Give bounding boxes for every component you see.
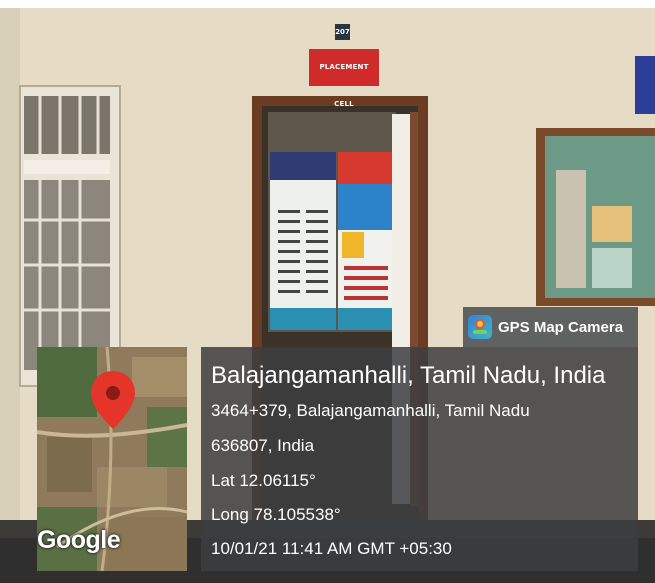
app-badge: GPS Map Camera (463, 307, 638, 347)
location-info-panel: Balajangamanhalli, Tamil Nadu, India 346… (201, 347, 638, 571)
latitude: Lat 12.06115° (211, 471, 316, 490)
longitude: Long 78.105538° (211, 505, 341, 524)
gps-map-camera-icon (468, 315, 492, 339)
google-logo: Google (37, 526, 121, 554)
location-title: Balajangamanhalli, Tamil Nadu, India (211, 362, 606, 389)
placement-cell-sign: PLACEMENT CELL (309, 49, 379, 108)
room-number-plate: 207 (335, 24, 350, 40)
address-line-1: 3464+379, Balajangamanhalli, Tamil Nadu (211, 401, 530, 420)
address-line-2: 636807, India (211, 436, 315, 455)
app-name: GPS Map Camera (498, 318, 624, 336)
date-time: 10/01/21 11:41 AM GMT +05:30 (211, 539, 452, 558)
map-thumbnail[interactable]: Google (37, 347, 187, 571)
